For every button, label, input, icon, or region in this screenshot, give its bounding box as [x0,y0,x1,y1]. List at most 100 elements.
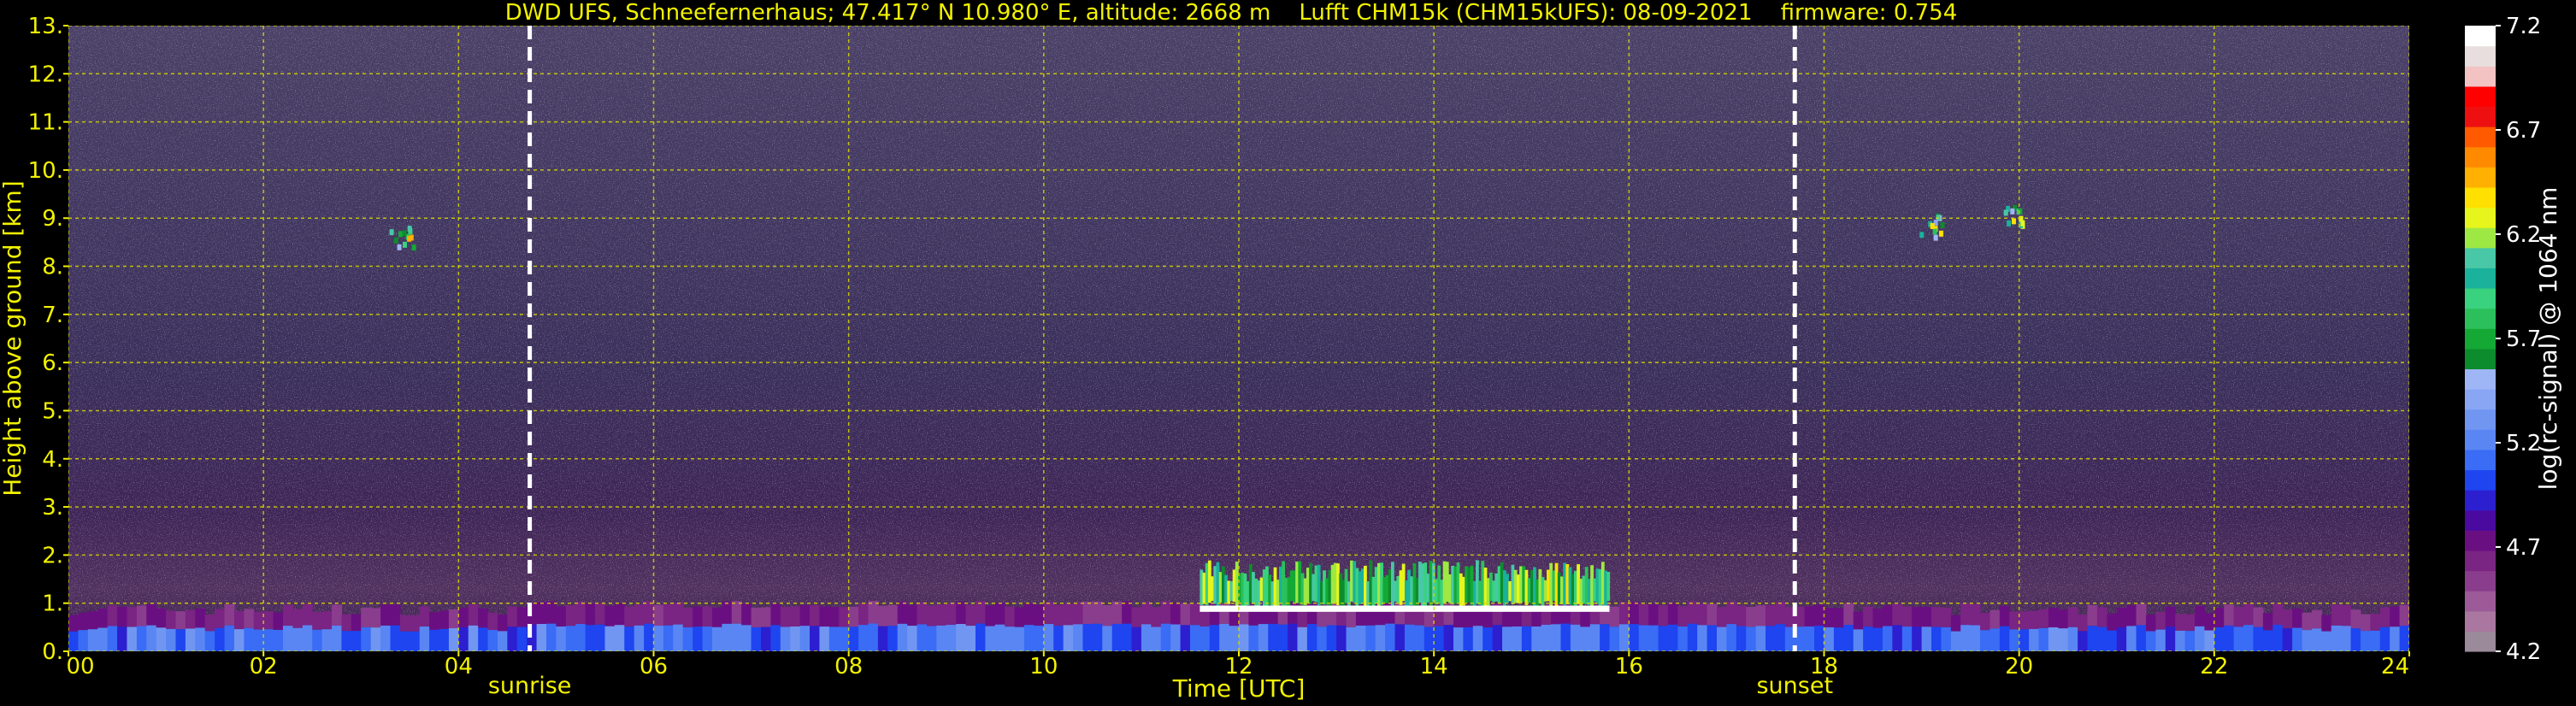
boundary-layer-upper [1989,609,2001,629]
boundary-layer-upper [1717,607,1728,627]
boundary-layer-lower [2399,626,2409,651]
colorbar-segment [2465,631,2496,652]
boundary-layer-lower [127,627,138,651]
boundary-layer-upper [2019,611,2030,630]
boundary-layer-upper [2390,606,2401,627]
boundary-layer-lower [1209,625,1220,651]
colorbar-segment [2465,186,2496,209]
boundary-layer-lower [1717,627,1728,651]
boundary-layer-lower [810,626,821,651]
boundary-layer-lower [399,631,410,651]
boundary-layer-lower [1365,625,1376,651]
boundary-layer-upper [1141,602,1152,625]
boundary-layer-upper [2058,609,2069,629]
high-cloud-patch-cell [1919,232,1925,238]
boundary-layer-lower [1170,624,1182,651]
boundary-layer-lower [1901,627,1913,651]
x-tick-label: 00 [66,654,94,680]
high-cloud-patch-cell [389,229,394,236]
boundary-layer-upper [2184,614,2196,632]
boundary-layer-lower [2145,631,2156,651]
boundary-layer-lower [2116,627,2127,651]
boundary-layer-lower [1453,627,1464,651]
boundary-layer-lower [799,626,811,651]
boundary-layer-lower [770,625,781,651]
boundary-layer-lower [233,629,245,651]
boundary-layer-upper [1824,607,1835,627]
boundary-layer-lower [1424,627,1435,651]
colorbar-segment [2465,389,2496,410]
boundary-layer-upper [429,612,440,630]
boundary-layer-lower [68,631,80,651]
boundary-layer-upper [702,606,713,627]
boundary-layer-lower [780,627,791,651]
boundary-layer-lower [897,623,908,651]
boundary-layer-upper [1151,607,1162,627]
boundary-layer-upper [751,608,762,627]
y-axis-label: Height above ground [km] [0,180,27,497]
colorbar-segment [2465,328,2496,350]
x-tick-label: 04 [445,654,473,680]
boundary-layer-lower [107,626,118,651]
boundary-layer-lower [2272,625,2284,651]
boundary-layer-lower [370,627,381,651]
boundary-layer-upper [292,609,304,628]
boundary-layer-upper [1638,603,1649,626]
boundary-layer-upper [312,612,323,630]
boundary-layer-lower [2243,625,2255,651]
boundary-layer-upper [1746,607,1757,627]
boundary-layer-lower [1443,625,1454,651]
boundary-layer-lower [1589,624,1600,651]
boundary-layer-upper [253,611,264,630]
boundary-layer-lower [1658,626,1669,651]
boundary-layer-lower [429,629,440,651]
boundary-layer-lower [1063,625,1074,651]
boundary-layer-upper [2067,607,2078,627]
boundary-layer-lower [1872,627,1883,651]
high-cloud-patch-cell [1940,221,1945,228]
boundary-layer-upper [282,604,293,627]
boundary-layer-lower [751,627,762,651]
boundary-layer-lower [1492,625,1503,651]
sunset-label: sunset [1756,673,1833,699]
boundary-layer-lower [2213,627,2225,651]
boundary-layer-lower [917,624,928,651]
boundary-layer-lower [1053,626,1064,651]
x-tick-label: 22 [2200,654,2228,680]
boundary-layer-upper [556,606,567,627]
boundary-layer-lower [1912,627,1923,651]
boundary-layer-upper [351,614,362,632]
boundary-layer-lower [78,630,89,651]
boundary-layer-lower [1375,625,1386,651]
boundary-layer-lower [1394,624,1406,651]
boundary-layer-lower [546,623,557,651]
boundary-layer-lower [1697,625,1708,651]
boundary-layer-lower [556,626,567,651]
boundary-layer-upper [2107,613,2118,631]
boundary-layer-upper [1853,611,1864,630]
boundary-layer-upper [1726,601,1737,625]
boundary-layer-lower [2175,630,2186,651]
boundary-layer-lower [790,626,801,651]
boundary-layer-upper [1697,603,1708,626]
boundary-layer-upper [828,607,840,627]
boundary-layer-upper [2224,604,2235,626]
boundary-layer-upper [2029,610,2040,629]
boundary-layer-lower [1541,624,1552,651]
boundary-layer-lower [1434,626,1445,651]
boundary-layer-upper [722,601,733,624]
boundary-layer-lower [2390,627,2401,651]
boundary-layer-lower [1141,624,1152,651]
boundary-layer-upper [380,604,392,626]
boundary-layer-lower [1950,631,1961,651]
boundary-layer-lower [487,630,498,651]
boundary-layer-upper [2350,609,2361,629]
boundary-layer-upper [2204,613,2215,631]
boundary-layer-upper [2360,614,2371,632]
boundary-layer-upper [2331,604,2342,626]
boundary-layer-upper [956,601,967,625]
y-tick-label: 3. [42,495,63,521]
boundary-layer-upper [2048,608,2059,627]
boundary-layer-lower [1180,625,1191,651]
boundary-layer-lower [682,627,693,651]
